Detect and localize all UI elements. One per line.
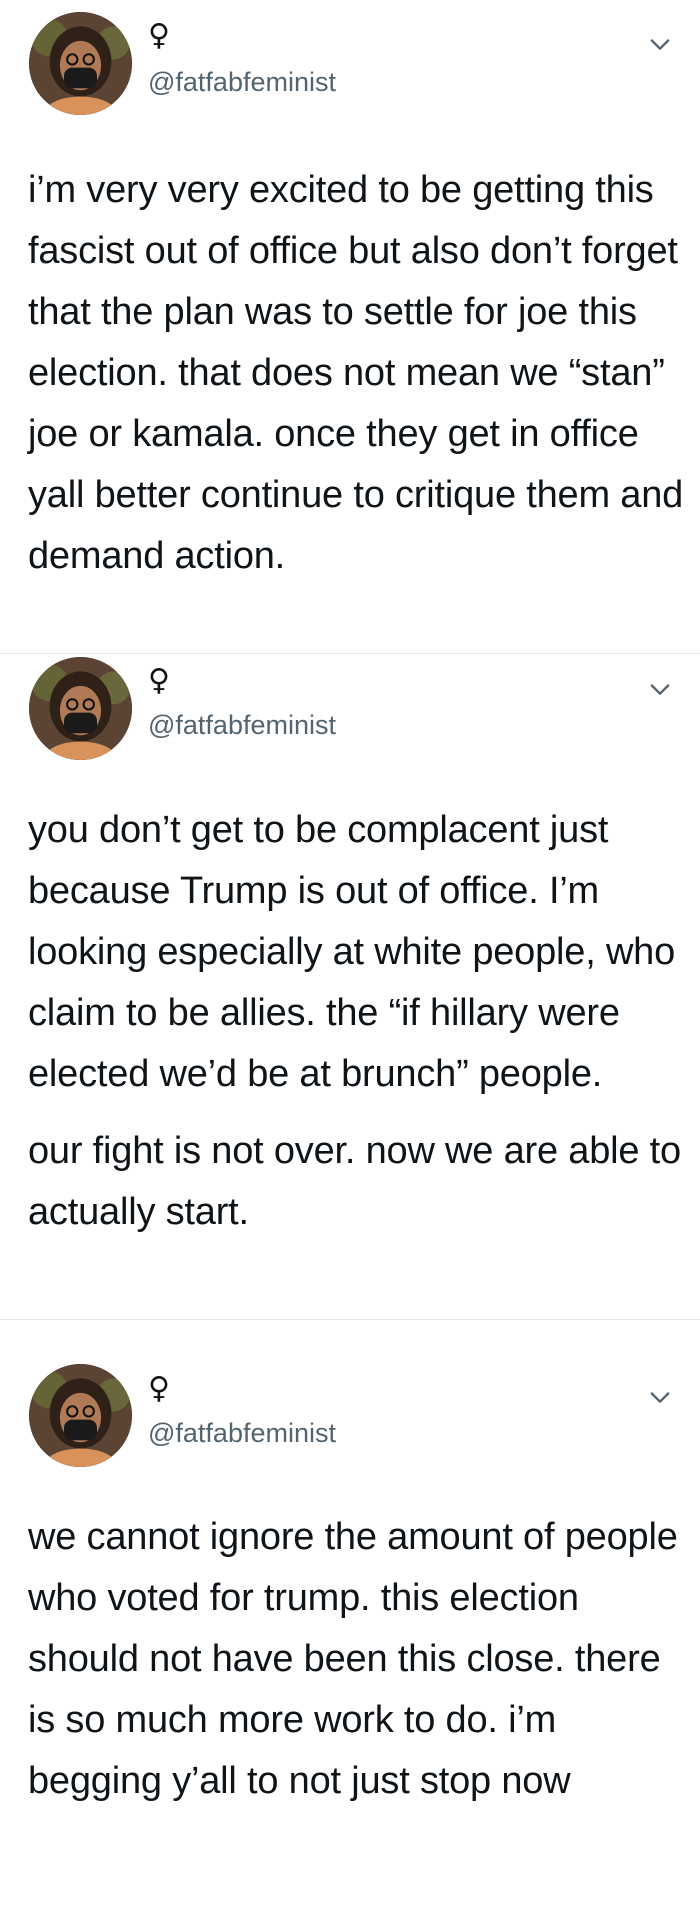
avatar[interactable] (29, 657, 132, 760)
user-handle[interactable]: @fatfabfeminist (148, 66, 336, 98)
display-name-symbol: ♀ (148, 18, 170, 53)
avatar[interactable] (29, 1364, 132, 1467)
tweet-paragraph: you don’t get to be complacent just beca… (28, 809, 676, 1095)
chevron-down-icon[interactable] (646, 1383, 674, 1411)
tweet-card[interactable]: ♀ @fatfabfeminist you don’t get to be co… (0, 655, 700, 1320)
profile-photo-icon (29, 1364, 132, 1467)
tweet-paragraph: we cannot ignore the amount of people wh… (28, 1516, 678, 1802)
display-name-symbol: ♀ (148, 663, 170, 698)
tweet-card[interactable]: ♀ @fatfabfeminist we cannot ignore the a… (0, 1321, 700, 1908)
avatar[interactable] (29, 12, 132, 115)
user-handle[interactable]: @fatfabfeminist (148, 1417, 336, 1449)
chevron-down-icon[interactable] (646, 675, 674, 703)
tweet-text: we cannot ignore the amount of people wh… (28, 1507, 688, 1812)
tweet-text: you don’t get to be complacent just beca… (28, 800, 688, 1243)
display-name-symbol: ♀ (148, 1371, 170, 1406)
tweet-text: i’m very very excited to be getting this… (28, 160, 688, 587)
chevron-down-icon[interactable] (646, 30, 674, 58)
tweet-card[interactable]: ♀ @fatfabfeminist i’m very very excited … (0, 0, 700, 654)
user-handle[interactable]: @fatfabfeminist (148, 709, 336, 741)
profile-photo-icon (29, 12, 132, 115)
profile-photo-icon (29, 657, 132, 760)
tweet-paragraph: our fight is not over. now we are able t… (28, 1130, 681, 1233)
tweet-paragraph: i’m very very excited to be getting this… (28, 169, 684, 577)
